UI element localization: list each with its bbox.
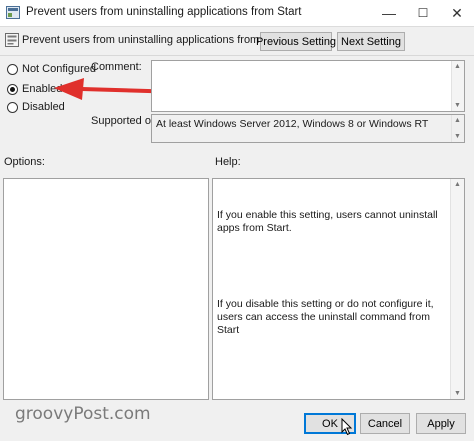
setting-icon — [5, 33, 19, 47]
previous-setting-button[interactable]: Previous Setting — [256, 32, 336, 51]
apply-button[interactable]: Apply — [416, 413, 466, 434]
help-pane: If you enable this setting, users cannot… — [212, 178, 465, 400]
help-paragraph-1: If you enable this setting, users cannot… — [217, 209, 441, 234]
minimize-button[interactable]: — — [372, 0, 406, 26]
policy-name: Prevent users from uninstalling applicat… — [22, 34, 286, 46]
supported-on-value: At least Windows Server 2012, Windows 8 … — [156, 118, 429, 130]
options-section-label: Options: — [4, 156, 45, 168]
radio-not-configured[interactable]: Not Configured — [7, 63, 96, 75]
title-bar: Prevent users from uninstalling applicat… — [0, 0, 474, 27]
comment-field[interactable]: ▲ ▼ — [151, 60, 465, 112]
next-setting-button[interactable]: Next Setting — [337, 32, 405, 51]
radio-circle[interactable] — [7, 101, 18, 113]
separator — [0, 55, 474, 56]
radio-circle[interactable] — [7, 63, 18, 75]
radio-label: Not Configured — [22, 63, 96, 75]
supported-on-label: Supported on: — [91, 115, 161, 127]
supported-scrollbar[interactable]: ▲ ▼ — [451, 115, 464, 142]
comment-label: Comment: — [91, 61, 142, 73]
policy-icon — [6, 6, 20, 19]
scroll-down-icon[interactable]: ▼ — [452, 100, 463, 111]
help-paragraph-2: If you disable this setting or do not co… — [217, 298, 437, 336]
options-pane — [3, 178, 209, 400]
help-section-label: Help: — [215, 156, 241, 168]
scroll-down-icon[interactable]: ▼ — [452, 131, 463, 142]
scroll-down-icon[interactable]: ▼ — [451, 388, 464, 399]
help-scrollbar[interactable]: ▲ ▼ — [450, 179, 464, 399]
scroll-up-icon[interactable]: ▲ — [452, 115, 463, 126]
radio-circle-checked[interactable] — [7, 83, 18, 95]
maximize-button[interactable]: ☐ — [406, 0, 440, 26]
watermark: groovyPost.com — [15, 404, 151, 424]
comment-scrollbar[interactable]: ▲ ▼ — [451, 61, 464, 111]
mouse-cursor-icon — [341, 418, 353, 436]
supported-on-field: At least Windows Server 2012, Windows 8 … — [151, 114, 465, 143]
cancel-button[interactable]: Cancel — [360, 413, 410, 434]
scroll-up-icon[interactable]: ▲ — [451, 179, 464, 190]
window-title: Prevent users from uninstalling applicat… — [26, 6, 302, 18]
scroll-up-icon[interactable]: ▲ — [452, 61, 463, 72]
close-button[interactable]: ✕ — [440, 0, 474, 26]
